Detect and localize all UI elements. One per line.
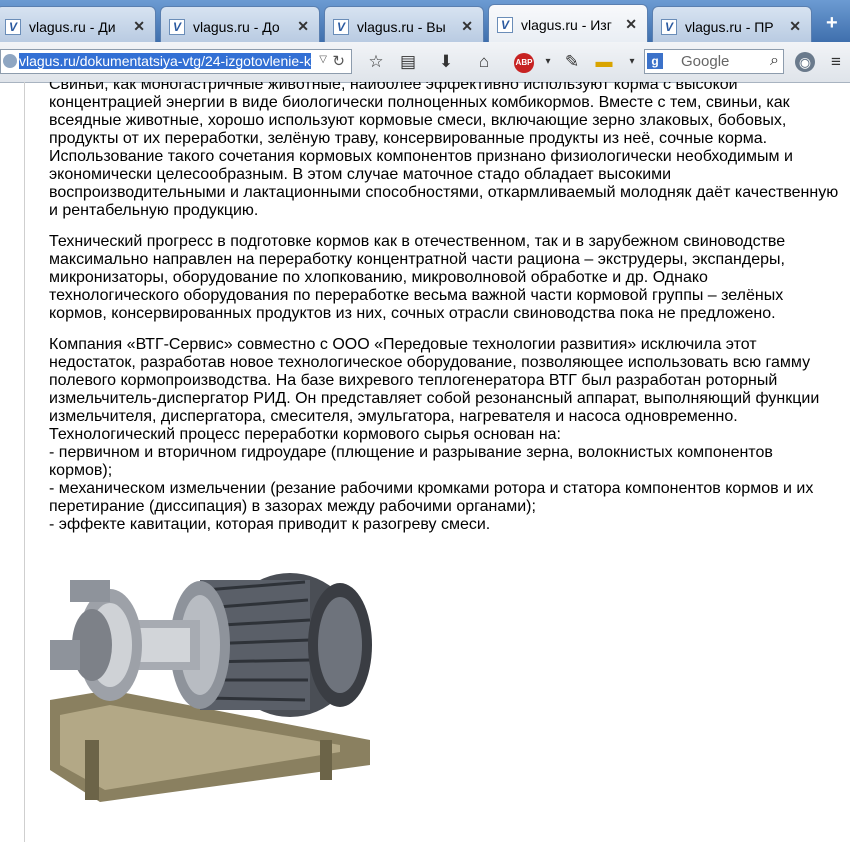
close-icon[interactable]: ✕ [461, 18, 473, 35]
search-icon[interactable]: ⌕ [770, 52, 779, 70]
page-content: Свиньи, как моногастричные животные, наи… [0, 82, 850, 842]
search-box[interactable]: g Google ⌕ [644, 49, 784, 74]
tab-title: vlagus.ru - Изг [521, 17, 612, 33]
url-text: vlagus.ru/dokumentatsiya-vtg/24-izgotovl… [19, 53, 311, 69]
folder-dropdown-icon[interactable]: ▾ [622, 52, 642, 72]
home-icon[interactable]: ⌂ [474, 52, 494, 72]
tab-4-active[interactable]: V vlagus.ru - Изг ✕ [488, 4, 648, 42]
adblock-icon[interactable]: ABP [514, 53, 534, 73]
site-identity-icon[interactable] [3, 54, 17, 68]
site-favicon-icon: V [661, 19, 677, 35]
sync-icon[interactable]: ◉ [795, 52, 815, 72]
new-tab-icon[interactable]: + [826, 12, 838, 35]
close-icon[interactable]: ✕ [133, 18, 145, 35]
navigation-toolbar: vlagus.ru/dokumentatsiya-vtg/24-izgotovl… [0, 42, 850, 83]
google-icon[interactable]: g [647, 53, 663, 69]
tab-title: vlagus.ru - Ди [29, 19, 116, 35]
site-favicon-icon: V [169, 19, 185, 35]
site-favicon-icon: V [497, 17, 513, 33]
tab-title: vlagus.ru - До [193, 19, 280, 35]
bookmarks-list-icon[interactable]: ▤ [398, 52, 418, 72]
history-dropdown-icon[interactable]: ▽ [319, 54, 327, 65]
tab-5[interactable]: V vlagus.ru - ПР ✕ [652, 6, 812, 42]
close-icon[interactable]: ✕ [789, 18, 801, 35]
site-favicon-icon: V [5, 19, 21, 35]
close-icon[interactable]: ✕ [625, 16, 637, 33]
search-input[interactable]: Google [681, 53, 729, 70]
tab-2[interactable]: V vlagus.ru - До ✕ [160, 6, 320, 42]
tab-title: vlagus.ru - ПР [685, 19, 774, 35]
downloads-icon[interactable]: ⬇ [436, 52, 456, 72]
reload-icon[interactable]: ↻ [332, 52, 345, 70]
paragraph: Компания «ВТГ-Сервис» совместно с ООО «П… [49, 336, 820, 533]
site-favicon-icon: V [333, 19, 349, 35]
address-bar[interactable]: vlagus.ru/dokumentatsiya-vtg/24-izgotovl… [0, 49, 352, 74]
paragraph: Технический прогресс в подготовке кормов… [49, 233, 786, 322]
article-text: Свиньи, как моногастричные животные, наи… [49, 82, 839, 547]
addon-icon[interactable]: ✎ [562, 52, 582, 72]
adblock-dropdown-icon[interactable]: ▾ [538, 52, 558, 72]
bookmark-star-icon[interactable]: ☆ [366, 52, 386, 72]
tab-1[interactable]: V vlagus.ru - Ди ✕ [0, 6, 156, 42]
paragraph: Свиньи, как моногастричные животные, наи… [49, 82, 839, 219]
close-icon[interactable]: ✕ [297, 18, 309, 35]
folder-icon[interactable]: ▬ [594, 52, 614, 72]
content-border [24, 82, 25, 842]
tab-3[interactable]: V vlagus.ru - Вы ✕ [324, 6, 484, 42]
tab-title: vlagus.ru - Вы [357, 19, 446, 35]
menu-icon[interactable]: ≡ [826, 52, 846, 72]
pump-image [50, 573, 372, 802]
tab-bar: V vlagus.ru - Ди ✕ V vlagus.ru - До ✕ V … [0, 0, 850, 42]
